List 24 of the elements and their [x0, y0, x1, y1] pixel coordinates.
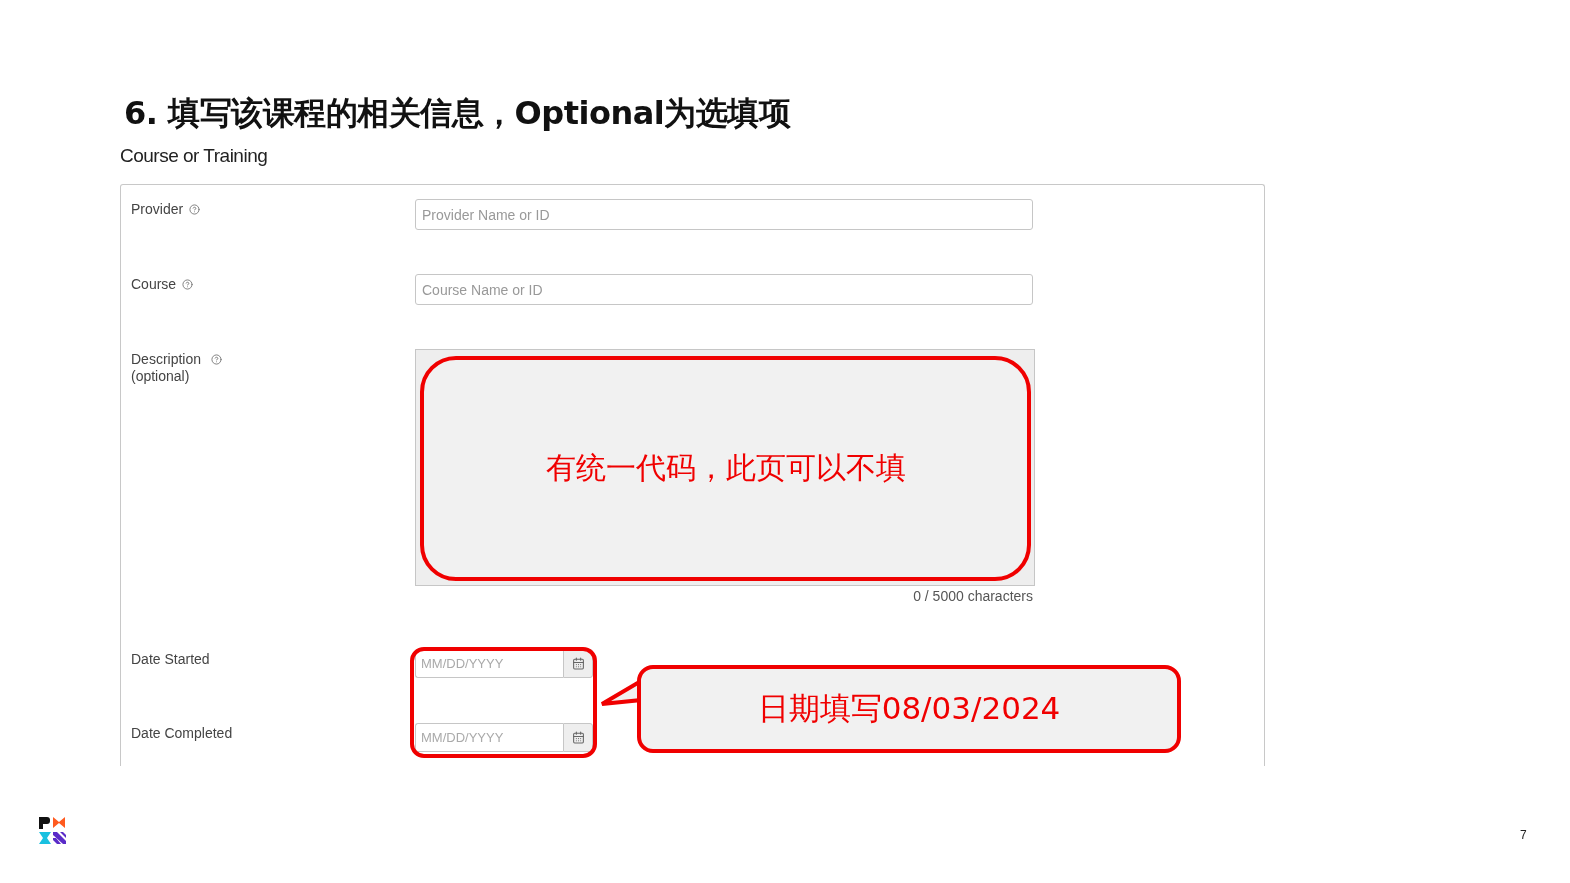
date-field[interactable]: MM/DD/YYYY [415, 723, 563, 752]
callout-text: 日期填写08/03/2024 [757, 689, 1061, 728]
page-number: 7 [1520, 828, 1527, 842]
field-label: Provider [131, 201, 184, 218]
text-field[interactable]: Course Name or ID [415, 274, 1033, 305]
section-title: Course or Training [120, 144, 268, 168]
character-counter: 0 / 5000 characters [912, 588, 1033, 605]
help-icon[interactable] [182, 279, 194, 290]
help-icon[interactable] [189, 204, 201, 215]
field-label: Date Started [131, 651, 210, 668]
date-field[interactable]: MM/DD/YYYY [415, 649, 563, 678]
callout-text: 有统一代码，此页可以不填 [545, 449, 906, 487]
field-label: Course [131, 276, 177, 293]
calendar-button[interactable] [563, 723, 593, 752]
calendar-icon [571, 657, 585, 670]
field-label: Date Completed [131, 725, 233, 742]
text-field[interactable]: Provider Name or ID [415, 199, 1033, 230]
calendar-icon [571, 731, 585, 744]
field-sublabel: (optional) [131, 368, 190, 385]
logo-icon [38, 816, 68, 846]
calendar-button[interactable] [563, 649, 593, 678]
slide-title: 6. 填写该课程的相关信息，Optional为选填项 [124, 93, 792, 134]
help-icon[interactable] [211, 354, 223, 365]
field-label: Description [131, 351, 202, 368]
